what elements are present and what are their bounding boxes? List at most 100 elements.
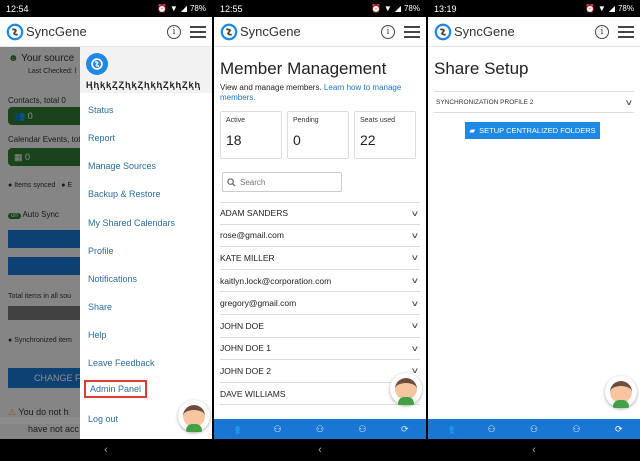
chevron-down-icon[interactable]: ∨ xyxy=(411,253,420,262)
drawer-item-leave-feedback[interactable]: Leave Feedback xyxy=(88,358,155,368)
info-icon[interactable]: i xyxy=(381,24,395,39)
tab-teams-icon[interactable]: ⚇ xyxy=(524,424,544,435)
page-title: Member Management xyxy=(220,59,387,78)
drawer-item-log-out[interactable]: Log out xyxy=(88,414,118,424)
member-row[interactable]: gregory@gmail.com ∨ xyxy=(220,292,420,315)
chevron-down-icon[interactable]: ∨ xyxy=(411,344,420,353)
tab-groups-icon[interactable]: ⚇ xyxy=(268,424,288,435)
stat-active: Active 18 xyxy=(220,111,282,159)
drawer-item-notifications[interactable]: Notifications xyxy=(88,274,137,284)
status-icons: ⏰ ▼ ◢ 78% xyxy=(371,4,420,13)
info-icon[interactable]: i xyxy=(167,24,181,39)
member-stats: Active 18 Pending 0 Seats used 22 xyxy=(220,111,426,159)
support-chat-bot[interactable] xyxy=(178,400,210,432)
tab-members-icon[interactable]: 👥 xyxy=(225,424,245,435)
wifi-icon: ▼ xyxy=(383,4,392,13)
folder-share-icon: ▰ xyxy=(469,126,476,135)
app-logo: SyncGene xyxy=(6,23,87,41)
screen-member-management: 12:55 ⏰ ▼ ◢ 78% SyncGene i Member Manage… xyxy=(214,0,426,461)
screen-drawer: 12:54 ⏰ ▼ ◢ 78% SyncGene i ☻ Your source… xyxy=(0,0,212,461)
drawer-header: ⱧⱨⱪⱪⱫⱫⱨⱪⱫⱨⱪⱨⱫⱪⱨⱫⱪⱨ xyxy=(80,47,212,93)
chevron-down-icon[interactable]: ∨ xyxy=(411,321,420,330)
tab-shares-icon[interactable]: ⚇ xyxy=(352,424,372,435)
member-row[interactable]: JOHN DOE 2 ∨ xyxy=(220,360,420,383)
app-name: SyncGene xyxy=(454,24,515,39)
chevron-down-icon[interactable]: ∨ xyxy=(411,209,420,218)
search-input[interactable] xyxy=(240,177,330,187)
member-row[interactable]: ADAM SANDERS ∨ xyxy=(220,202,420,225)
chevron-down-icon[interactable]: ∨ xyxy=(411,231,420,240)
navigation-drawer: ⱧⱨⱪⱪⱫⱫⱨⱪⱫⱨⱪⱨⱫⱪⱨⱫⱪⱨ Status Report Manage … xyxy=(80,47,212,439)
app-logo: SyncGene xyxy=(434,23,515,41)
signal-icon: ◢ xyxy=(608,4,615,13)
back-nav-icon[interactable]: ‹ xyxy=(104,444,108,456)
member-row[interactable]: rose@gmail.com ∨ xyxy=(220,225,420,248)
page-subtitle: View and manage members. Learn how to ma… xyxy=(220,83,402,102)
app-logo: SyncGene xyxy=(220,23,301,41)
drawer-item-admin-panel[interactable]: Admin Panel xyxy=(84,380,148,398)
clock: 12:55 xyxy=(220,3,243,14)
support-chat-bot[interactable] xyxy=(605,376,637,408)
tab-sync-settings-icon[interactable]: ⟳ xyxy=(609,424,629,435)
hamburger-menu-icon[interactable] xyxy=(190,25,206,38)
member-row[interactable]: JOHN DOE ∨ xyxy=(220,315,420,338)
status-bar: 12:54 ⏰ ▼ ◢ 78% xyxy=(0,0,212,17)
status-bar: 12:55 ⏰ ▼ ◢ 78% xyxy=(214,0,426,17)
drawer-item-report[interactable]: Report xyxy=(88,133,115,143)
status-bar: 13:19 ⏰ ▼ ◢ 78% xyxy=(428,0,640,17)
sync-profile-name: SYNCHRONIZATION PROFILE 2 xyxy=(436,98,534,106)
avatar xyxy=(86,53,108,75)
drawer-item-shared-calendars[interactable]: My Shared Calendars xyxy=(88,218,175,228)
tab-teams-icon[interactable]: ⚇ xyxy=(310,424,330,435)
search-box xyxy=(222,172,342,192)
bot-avatar-icon xyxy=(183,405,205,432)
wifi-icon: ▼ xyxy=(597,4,606,13)
back-nav-icon[interactable]: ‹ xyxy=(318,444,322,456)
clock: 13:19 xyxy=(434,3,457,14)
stat-pending: Pending 0 xyxy=(287,111,349,159)
drawer-item-share[interactable]: Share xyxy=(88,302,112,312)
setup-centralized-folders-button[interactable]: ▰ SETUP CENTRALIZED FOLDERS xyxy=(465,122,600,139)
back-nav-icon[interactable]: ‹ xyxy=(532,444,536,456)
system-nav-bar: ‹ xyxy=(428,439,640,461)
hamburger-menu-icon[interactable] xyxy=(618,25,634,38)
battery-level: 78% xyxy=(189,4,206,13)
tab-groups-icon[interactable]: ⚇ xyxy=(482,424,502,435)
syncgene-logo-icon xyxy=(434,23,452,40)
drawer-user-name: ⱧⱨⱪⱪⱫⱫⱨⱪⱫⱨⱪⱨⱫⱪⱨⱫⱪⱨ xyxy=(86,80,202,90)
drawer-scrim[interactable] xyxy=(0,47,80,439)
bottom-tab-bar: 👥 ⚇ ⚇ ⚇ ⟳ xyxy=(214,419,426,439)
search-icon xyxy=(227,177,236,187)
member-row[interactable]: kaitlyn.lock@corporation.com ∨ xyxy=(220,270,420,293)
app-name: SyncGene xyxy=(240,24,301,39)
wifi-icon: ▼ xyxy=(169,4,178,13)
tab-shares-icon[interactable]: ⚇ xyxy=(566,424,586,435)
drawer-item-backup-restore[interactable]: Backup & Restore xyxy=(88,189,161,199)
syncgene-logo-icon xyxy=(220,23,238,40)
drawer-item-profile[interactable]: Profile xyxy=(88,246,114,256)
drawer-item-help[interactable]: Help xyxy=(88,330,107,340)
sync-profile-row[interactable]: SYNCHRONIZATION PROFILE 2 ∨ xyxy=(434,91,634,113)
drawer-item-status[interactable]: Status xyxy=(88,105,114,115)
drawer-item-manage-sources[interactable]: Manage Sources xyxy=(88,161,156,171)
battery-level: 78% xyxy=(617,4,634,13)
alarm-icon: ⏰ xyxy=(156,4,167,13)
chevron-down-icon[interactable]: ∨ xyxy=(411,276,420,285)
clock: 12:54 xyxy=(6,3,29,14)
signal-icon: ◢ xyxy=(180,4,187,13)
hamburger-menu-icon[interactable] xyxy=(404,25,420,38)
info-icon[interactable]: i xyxy=(595,24,609,39)
chevron-down-icon[interactable]: ∨ xyxy=(411,299,420,308)
member-row[interactable]: JOHN DOE 1 ∨ xyxy=(220,338,420,361)
alarm-icon: ⏰ xyxy=(370,4,381,13)
status-icons: ⏰ ▼ ◢ 78% xyxy=(585,4,634,13)
app-name: SyncGene xyxy=(26,24,87,39)
tab-sync-settings-icon[interactable]: ⟳ xyxy=(395,424,415,435)
system-nav-bar: ‹ xyxy=(0,439,212,461)
syncgene-logo-icon xyxy=(91,58,103,70)
chevron-down-icon[interactable]: ∨ xyxy=(625,98,634,107)
stat-seats-used: Seats used 22 xyxy=(354,111,416,159)
support-chat-bot[interactable] xyxy=(390,373,422,405)
tab-members-icon[interactable]: 👥 xyxy=(439,424,459,435)
member-row[interactable]: KATE MILLER ∨ xyxy=(220,247,420,270)
